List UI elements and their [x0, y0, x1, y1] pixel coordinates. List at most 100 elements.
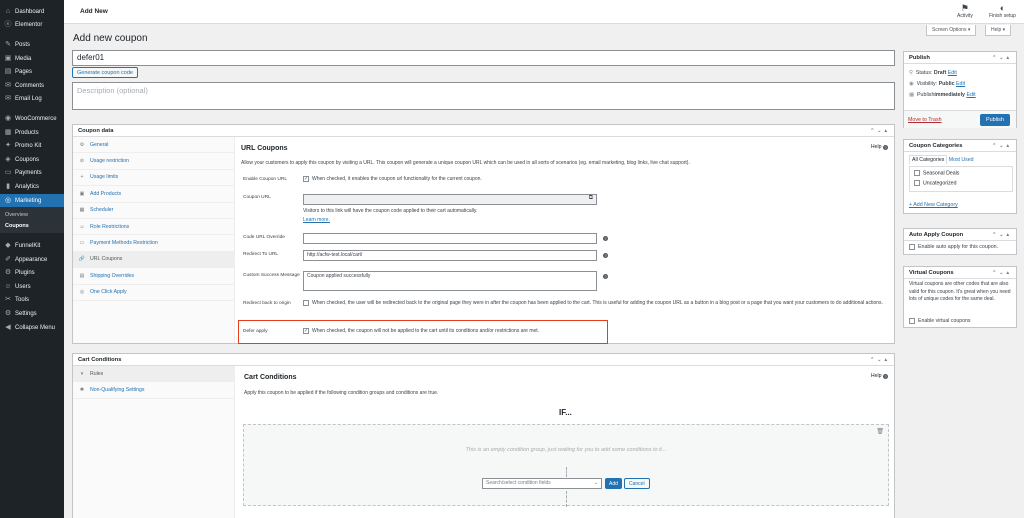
sidebar-item-comments[interactable]: ✉ Comments [0, 79, 64, 93]
virtual-coupons-checkbox[interactable] [909, 317, 915, 324]
pin-icon: ✎ [5, 40, 11, 48]
help-link[interactable]: Help ? [871, 144, 888, 150]
copy-icon[interactable]: ⧉ [589, 195, 593, 202]
sidebar-item-collapse-menu[interactable]: ◀ Collapse Menu [0, 321, 64, 335]
learn-more-link[interactable]: Learn more. [303, 217, 330, 223]
question-icon: ? [883, 374, 888, 379]
description-textarea[interactable]: Description (optional) [72, 82, 895, 110]
sidebar-item-posts[interactable]: ✎ Posts [0, 38, 64, 52]
category-checkbox[interactable] [914, 180, 920, 186]
sidebar-item-email-log[interactable]: ✉ Email Log [0, 93, 64, 107]
tab-add-products[interactable]: ▣ Add Products [73, 186, 234, 203]
truck-icon: ▤ [79, 272, 85, 279]
sidebar-item-woocommerce[interactable]: ◉ WooCommerce [0, 112, 64, 126]
tab-one-click-apply[interactable]: ◎ One Click Apply [73, 285, 234, 301]
tab-shipping-overrides[interactable]: ▤ Shipping Overrides [73, 268, 234, 285]
trash-icon[interactable]: 🗑 [876, 428, 884, 435]
edit-publish-link[interactable]: Edit [967, 92, 976, 98]
sidebar-item-users[interactable]: ☺ Users [0, 280, 64, 294]
sidebar-item-plugins[interactable]: ⚙ Plugins [0, 267, 64, 281]
sidebar-item-media[interactable]: ▣ Media [0, 52, 64, 66]
sidebar-item-coupons[interactable]: ◈ Coupons [0, 153, 64, 167]
tab-most-used[interactable]: Most Used [949, 157, 974, 163]
screen-options-button[interactable]: Screen Options ▾ [926, 25, 977, 36]
submenu-overview[interactable]: Overview [0, 209, 64, 220]
success-message-textarea[interactable]: Coupon applied successfully [303, 271, 597, 291]
connector-line [566, 491, 567, 507]
enable-url-checkbox[interactable]: ✓ [303, 175, 309, 182]
tab-usage-limits[interactable]: + Usage limits [73, 170, 234, 187]
sidebar-item-pages[interactable]: ▤ Pages [0, 65, 64, 79]
redirect-origin-checkbox[interactable] [303, 299, 309, 306]
generate-coupon-code-button[interactable]: Generate coupon code [72, 67, 138, 78]
help-link[interactable]: Help ? [871, 373, 888, 379]
sidebar-item-marketing[interactable]: ◎ Marketing [0, 193, 64, 208]
tab-all-categories[interactable]: All Categories [909, 155, 948, 164]
tab-non-qualifying[interactable]: ✱ Non-Qualifying Settings [73, 382, 234, 399]
categories-header[interactable]: Coupon Categories ⌃⌄▴ [904, 140, 1016, 152]
condition-field-select[interactable]: Search/select condition fields ⌄ [482, 478, 602, 489]
help-button[interactable]: Help ▾ [985, 25, 1012, 36]
tab-payment-methods-restriction[interactable]: ▭ Payment Methods Restriction [73, 235, 234, 252]
code-override-input[interactable] [303, 233, 597, 244]
coupon-url-field[interactable]: ⧉ [303, 194, 597, 205]
finish-setup-button[interactable]: ◐ Finish setup [989, 3, 1016, 19]
redirect-origin-row[interactable]: When checked, the user will be redirecte… [303, 299, 888, 308]
analytics-icon: ▮ [6, 182, 10, 190]
sidebar-item-settings[interactable]: ⚙ Settings [0, 307, 64, 321]
cancel-condition-button[interactable]: Cancel [624, 478, 650, 489]
auto-apply-checkbox[interactable] [909, 243, 915, 250]
add-condition-button[interactable]: Add [605, 478, 622, 489]
category-item[interactable]: Seasonal Deals [914, 170, 1008, 180]
coupon-data-header[interactable]: Coupon data ⌃⌄▴ [73, 125, 894, 137]
tab-usage-restriction[interactable]: ⊘ Usage restriction [73, 153, 234, 170]
category-checkbox[interactable] [914, 170, 920, 176]
box-controls-icon[interactable]: ⌃⌄▴ [992, 143, 1012, 149]
sidebar-item-payments[interactable]: ▭ Payments [0, 167, 64, 181]
box-controls-icon[interactable]: ⌃⌄▴ [992, 232, 1012, 238]
publish-header[interactable]: Publish ⌃⌄▴ [904, 52, 1016, 64]
plugins-icon: ⚙ [4, 269, 12, 277]
sidebar-item-tools[interactable]: ✂ Tools [0, 294, 64, 308]
edit-visibility-link[interactable]: Edit [956, 81, 965, 87]
sidebar-item-promo-kit[interactable]: ✦ Promo Kit [0, 139, 64, 153]
move-to-trash-link[interactable]: Move to Trash [908, 117, 942, 123]
sidebar-item-elementor[interactable]: ⓔ Elementor [0, 19, 64, 33]
tab-url-coupons[interactable]: 🔗 URL Coupons [73, 251, 234, 269]
coupon-code-input[interactable]: defer01 [72, 50, 895, 66]
cart-conditions-header[interactable]: Cart Conditions ⌃⌄▴ [73, 354, 894, 366]
box-controls-icon[interactable]: ⌃⌄▴ [992, 270, 1012, 276]
comments-icon: ✉ [5, 81, 11, 89]
auto-apply-header[interactable]: Auto Apply Coupon ⌃⌄▴ [904, 229, 1016, 241]
activity-button[interactable]: ⚑ Activity [957, 3, 973, 19]
page-title: Add new coupon [73, 33, 148, 44]
category-item[interactable]: Uncategorized [914, 180, 1008, 190]
sidebar-item-appearance[interactable]: ✐ Appearance [0, 253, 64, 267]
virtual-coupons-header[interactable]: Virtual Coupons ⌃⌄▴ [904, 267, 1016, 279]
tab-rules[interactable]: ▾ Rules [73, 366, 234, 383]
redirect-url-input[interactable]: http://acfw-test.local/cart/ [303, 250, 597, 261]
submenu-coupons[interactable]: Coupons [0, 220, 64, 231]
eye-icon: ◉ [909, 80, 914, 87]
question-icon: ? [883, 145, 888, 150]
coupons-icon: ◈ [5, 155, 11, 163]
tab-general[interactable]: ⚙ General [73, 137, 234, 154]
auto-apply-box: Auto Apply Coupon ⌃⌄▴ Enable auto apply f… [903, 228, 1017, 255]
enable-url-checkbox-row[interactable]: ✓ When checked, it enables the coupon url… [303, 175, 482, 184]
sidebar-item-products[interactable]: ▦ Products [0, 126, 64, 140]
add-new-category-link[interactable]: + Add New Category [909, 202, 958, 208]
sidebar-item-funnelkit[interactable]: ◆ FunnelKit [0, 239, 64, 253]
box-controls-icon[interactable]: ⌃⌄▴ [870, 128, 890, 134]
box-controls-icon[interactable]: ⌃⌄▴ [870, 357, 890, 363]
admin-sidebar: ⌂ Dashboard ⓔ Elementor ✎ Posts ▣ Media ▤ Pages ✉ C… [0, 0, 64, 518]
edit-status-link[interactable]: Edit [948, 70, 957, 76]
virtual-coupons-row[interactable]: Enable virtual coupons [909, 317, 971, 326]
sidebar-item-analytics[interactable]: ▮ Analytics [0, 180, 64, 194]
tab-role-restrictions[interactable]: ☺ Role Restrictions [73, 219, 234, 236]
publish-button[interactable]: Publish [979, 114, 1010, 126]
auto-apply-row[interactable]: Enable auto apply for this coupon. [904, 241, 1016, 252]
tab-scheduler[interactable]: ▦ Scheduler [73, 203, 234, 219]
box-controls-icon[interactable]: ⌃⌄▴ [992, 55, 1012, 61]
sidebar-item-dashboard[interactable]: ⌂ Dashboard [0, 5, 64, 19]
funnelkit-icon: ◆ [5, 242, 11, 250]
